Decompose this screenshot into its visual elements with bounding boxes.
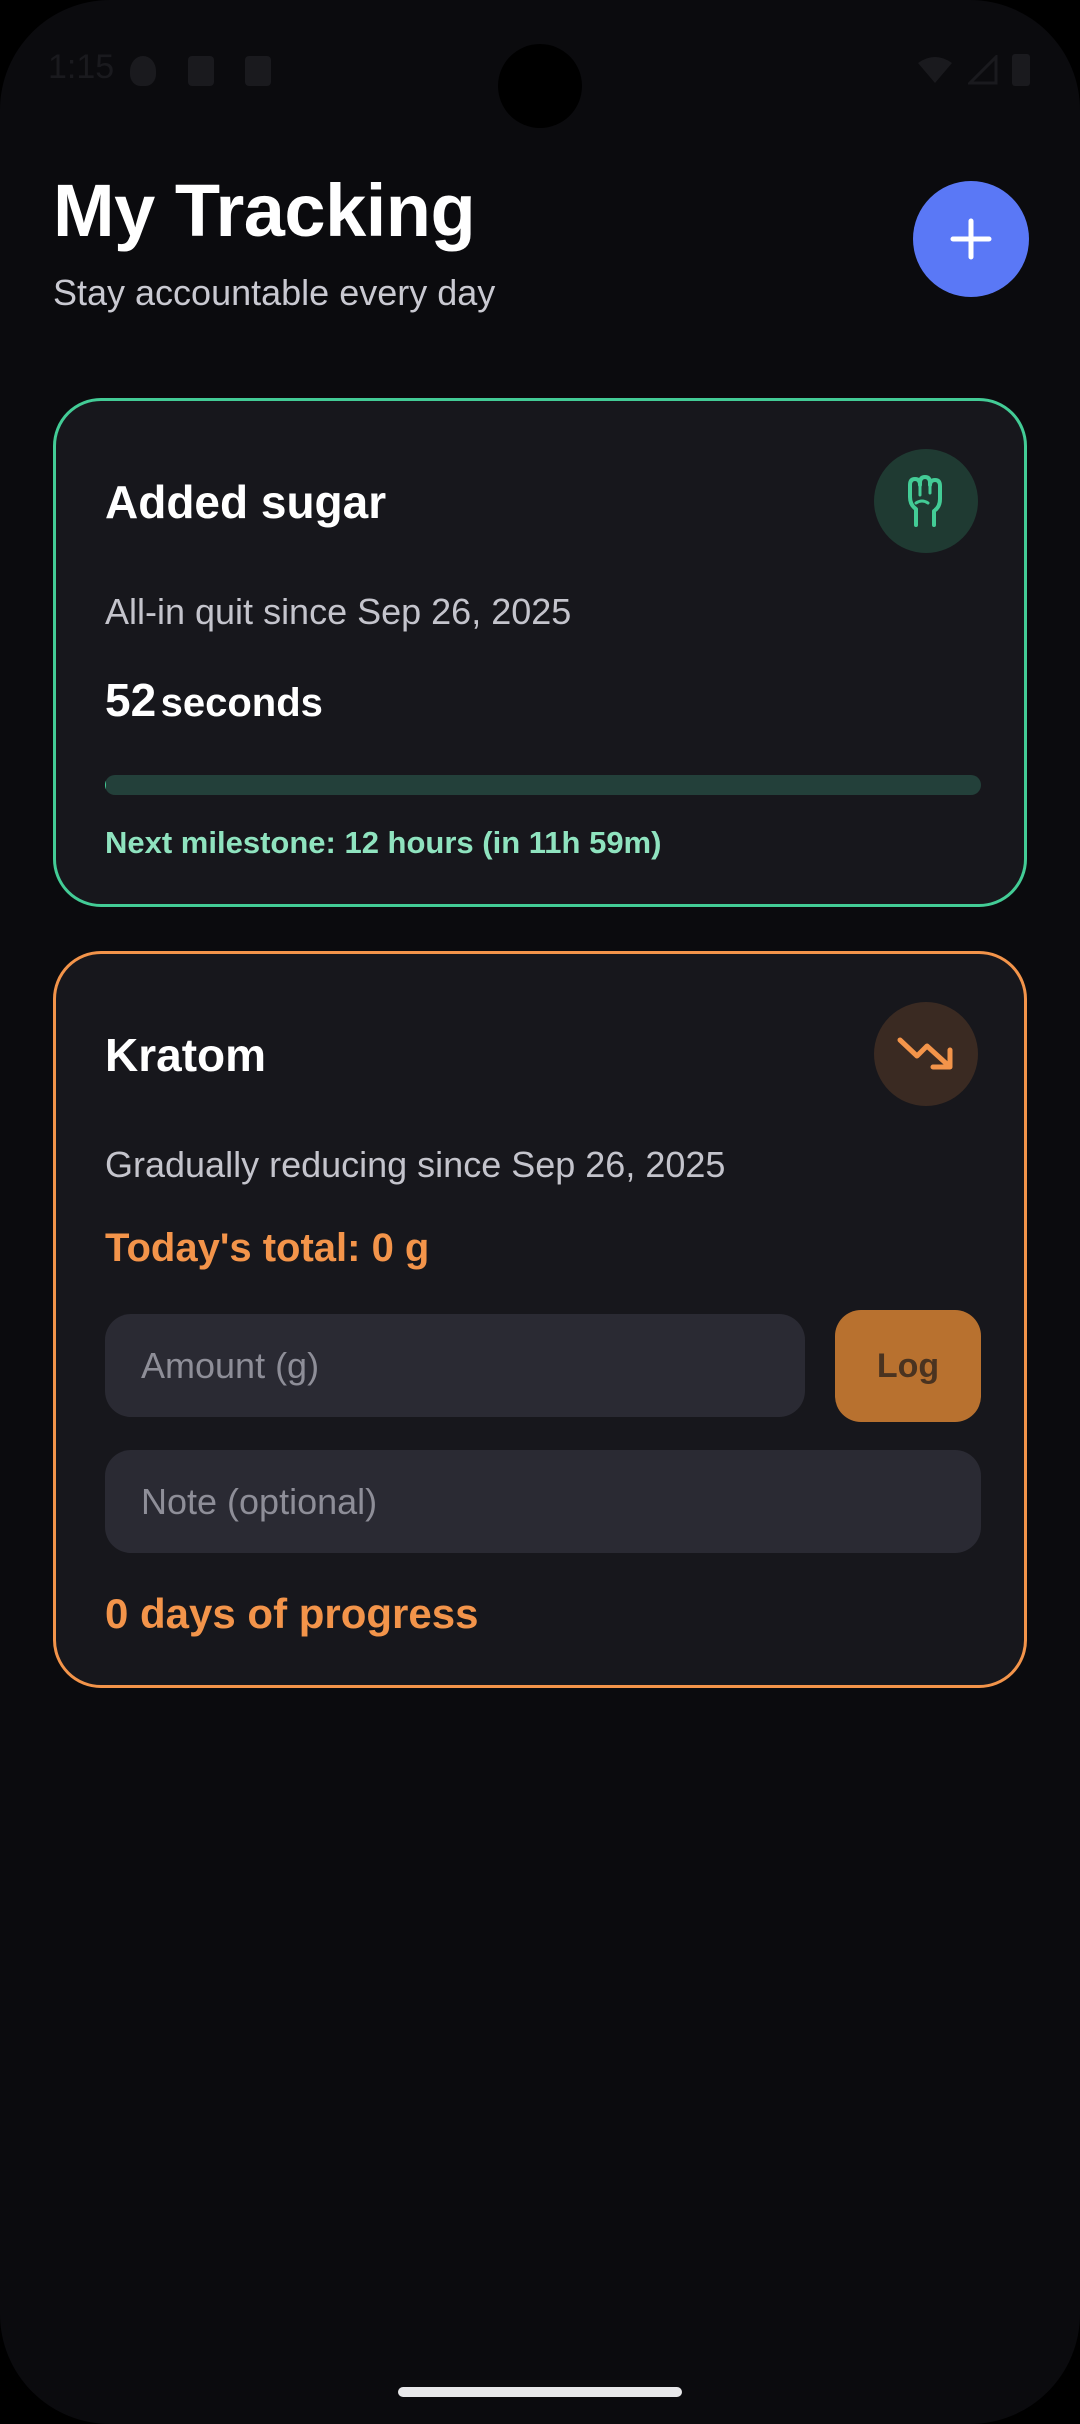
elapsed-unit: seconds bbox=[160, 681, 323, 725]
status-time: 1:15 bbox=[48, 48, 115, 86]
signal-icon bbox=[968, 55, 998, 85]
amount-input[interactable] bbox=[105, 1314, 805, 1417]
home-indicator[interactable] bbox=[398, 2387, 682, 2397]
elapsed-value: 52 bbox=[105, 674, 157, 726]
app-screen: 1:15 My Tracking Stay accountable every … bbox=[0, 0, 1080, 2424]
card-title: Kratom bbox=[105, 1029, 267, 1081]
add-tracker-button[interactable] bbox=[913, 181, 1029, 297]
note-input[interactable] bbox=[105, 1450, 981, 1553]
next-milestone-text: Next milestone: 12 hours (in 11h 59m) bbox=[105, 825, 662, 860]
trending-down-icon bbox=[897, 1037, 953, 1070]
quit-mode-badge bbox=[874, 449, 978, 553]
page-title: My Tracking bbox=[53, 169, 476, 252]
sd-card-icon bbox=[245, 56, 271, 86]
tracker-card-kratom[interactable]: Kratom Gradually reducing since Sep 26, … bbox=[53, 951, 1027, 1688]
milestone-progress-bar bbox=[105, 775, 981, 795]
a-icon bbox=[188, 56, 214, 86]
tracker-card-added-sugar[interactable]: Added sugar All-in quit since Sep 26, 20… bbox=[53, 398, 1027, 907]
card-start-date: Gradually reducing since Sep 26, 2025 bbox=[105, 1144, 726, 1185]
page-subtitle: Stay accountable every day bbox=[53, 272, 496, 313]
card-start-date: All-in quit since Sep 26, 2025 bbox=[105, 591, 572, 632]
card-title: Added sugar bbox=[105, 476, 387, 528]
elapsed-time: 52 seconds bbox=[105, 673, 323, 727]
battery-icon bbox=[1012, 54, 1030, 86]
shield-icon bbox=[130, 56, 156, 86]
plus-icon bbox=[950, 218, 992, 260]
milestone-progress-fill bbox=[105, 775, 106, 795]
days-of-progress: 0 days of progress bbox=[105, 1590, 479, 1637]
today-total: Today's total: 0 g bbox=[105, 1226, 430, 1270]
fist-icon bbox=[908, 475, 942, 527]
status-icons-right bbox=[916, 54, 1030, 86]
camera-cutout bbox=[498, 44, 582, 128]
log-button[interactable]: Log bbox=[835, 1310, 981, 1422]
wifi-icon bbox=[918, 57, 952, 83]
reduce-mode-badge bbox=[874, 1002, 978, 1106]
status-bar: 1:15 bbox=[0, 0, 1080, 140]
